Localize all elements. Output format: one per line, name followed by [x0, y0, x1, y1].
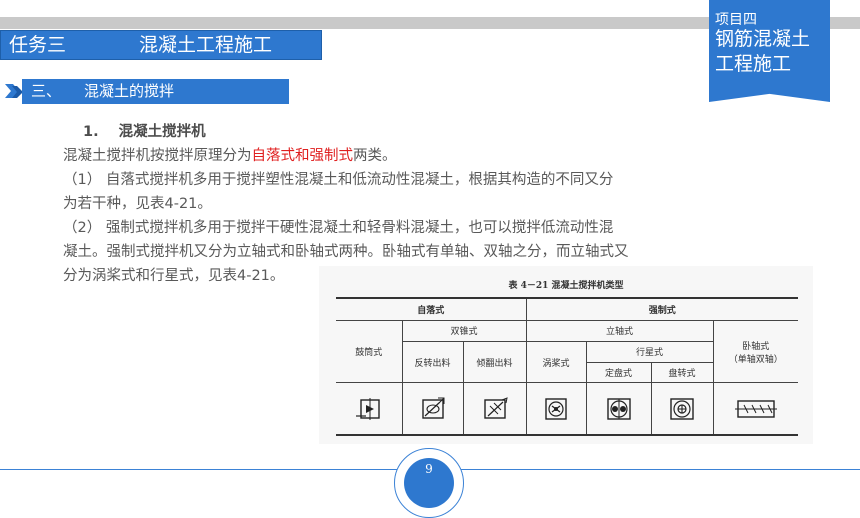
reverse-discharge-symbol-icon: [421, 397, 444, 419]
table-symbol-cell-fixed-disc: [585, 382, 652, 437]
table-cell-horizontal-shaft: 卧轴式 （单轴双轴）: [712, 319, 798, 384]
heading-title: 混凝土搅拌机: [118, 124, 206, 140]
mixer-type-table-figure: 表 4－21 混凝土搅拌机类型 自落式 强制式 鼓筒式 双锥式 立轴式 卧轴式 …: [319, 266, 813, 444]
rotating-disc-symbol-icon: [670, 397, 694, 420]
drum-mixer-symbol-icon: [355, 397, 380, 420]
table-cell-drum: 鼓筒式: [336, 319, 403, 384]
horizontal-shaft-sublabel: （单轴双轴）: [728, 354, 783, 365]
heading: 1. 混凝土搅拌机: [83, 120, 206, 141]
section-title: 混凝土的搅拌: [84, 82, 175, 100]
table-header-free-fall: 自落式: [336, 296, 527, 321]
table-symbol-cell-tilt: [462, 382, 527, 437]
paragraph-2-line-1: （2） 强制式搅拌机多用于搅拌干硬性混凝土和轻骨料混凝土，也可以搅拌低流动性混: [63, 220, 614, 236]
heading-number: 1.: [83, 124, 99, 140]
table-cell-vertical-shaft: 立轴式: [525, 319, 714, 342]
project-title: 钢筋混凝土 工程施工: [715, 27, 810, 77]
fixed-disc-symbol-icon: [606, 397, 631, 420]
task-number: 任务三: [9, 34, 67, 56]
project-label: 项目四: [715, 12, 757, 28]
table-symbol-cell-turbine: [525, 382, 587, 437]
paragraph-2-line-2: 凝土。强制式搅拌机又分为立轴式和卧轴式两种。卧轴式有单轴、双轴之分，而立轴式又: [63, 244, 629, 260]
table-cell-fixed-disc: 定盘式: [585, 361, 652, 384]
table-symbol-cell-reverse: [401, 382, 464, 437]
section-number: 三、: [31, 82, 62, 100]
paragraph-1-line-1: （1） 自落式搅拌机多用于搅拌塑性混凝土和低流动性混凝土，根据其构造的不同又分: [63, 172, 614, 188]
turbine-symbol-icon: [545, 397, 567, 420]
section-banner: 三、 混凝土的搅拌: [22, 79, 289, 104]
paragraph-2-line-3: 分为涡桨式和行星式，见表4-21。: [63, 268, 285, 284]
table-symbol-cell-horizontal: [712, 382, 798, 437]
task-banner: 任务三 混凝土工程施工: [0, 30, 322, 60]
page-number-badge: 9: [394, 448, 464, 518]
table-header-forced: 强制式: [525, 296, 798, 321]
table-cell-reverse-discharge: 反转出料: [401, 340, 464, 384]
line1-end-text: 两类。: [353, 148, 397, 164]
table-cell-rotating-disc: 盘转式: [650, 361, 714, 384]
mixer-type-table: 自落式 强制式 鼓筒式 双锥式 立轴式 卧轴式 （单轴双轴） 反转出料 倾翻出料…: [336, 296, 798, 437]
table-symbol-cell-drum: [336, 382, 403, 437]
project-title-line1: 钢筋混凝土: [715, 28, 811, 50]
highlight-text: 自落式和强制式: [251, 148, 354, 164]
table-cell-tilt-discharge: 倾翻出料: [462, 340, 527, 384]
tilt-discharge-symbol-icon: [483, 396, 508, 419]
table-symbol-cell-rotating-disc: [650, 382, 714, 437]
body-line-1: 混凝土搅拌机按搅拌原理分为自落式和强制式两类。: [63, 144, 397, 165]
line1-text: 混凝土搅拌机按搅拌原理分为: [63, 148, 252, 164]
task-title: 混凝土工程施工: [139, 34, 273, 56]
page-number: 9: [425, 462, 433, 476]
paragraph-1-line-2: 为若干种，见表4-21。: [63, 196, 212, 212]
table-cell-double-cone: 双锥式: [401, 319, 527, 342]
table-cell-planetary: 行星式: [585, 340, 714, 363]
project-title-line2: 工程施工: [715, 53, 792, 75]
horizontal-shaft-symbol-icon: [734, 399, 777, 418]
horizontal-shaft-label: 卧轴式: [742, 341, 770, 352]
table-cell-turbine: 涡桨式: [525, 340, 587, 384]
table-caption: 表 4－21 混凝土搅拌机类型: [508, 281, 624, 291]
project-flag: 项目四 钢筋混凝土 工程施工: [709, 0, 830, 102]
